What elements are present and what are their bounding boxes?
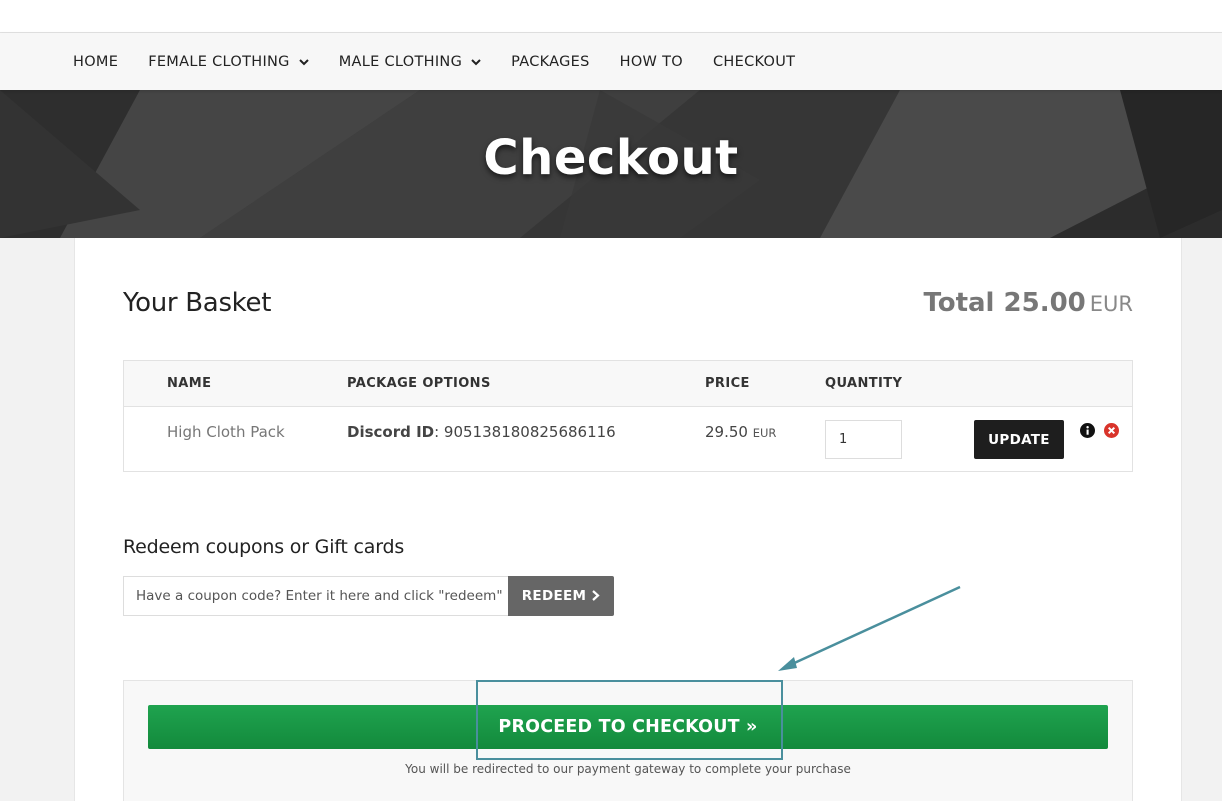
page-title: Checkout xyxy=(483,130,739,186)
nav-female-clothing[interactable]: FEMALE CLOTHING xyxy=(148,54,309,70)
redeem-label: REDEEM xyxy=(521,588,587,604)
hero-banner: Checkout xyxy=(0,90,1222,238)
remove-icon[interactable] xyxy=(1104,423,1119,438)
quantity-input[interactable] xyxy=(825,420,902,459)
item-name: High Cloth Pack xyxy=(167,423,285,441)
redeem-button[interactable]: REDEEM xyxy=(508,576,614,616)
redeem-title: Redeem coupons or Gift cards xyxy=(123,536,405,558)
chevron-down-icon xyxy=(298,58,309,65)
main-nav: HOME FEMALE CLOTHING MALE CLOTHING PACKA… xyxy=(0,33,1222,90)
nav-home[interactable]: HOME xyxy=(73,54,118,70)
coupon-input[interactable] xyxy=(123,576,508,616)
nav-male-clothing[interactable]: MALE CLOTHING xyxy=(339,54,481,70)
price-currency: EUR xyxy=(752,426,777,440)
nav-home-label: HOME xyxy=(73,53,119,70)
basket-panel: Your Basket Total 25.00 EUR NAME PACKAGE … xyxy=(74,238,1182,801)
redirect-note: You will be redirected to our payment ga… xyxy=(405,762,851,776)
chevron-right-icon xyxy=(592,590,600,601)
col-name: NAME xyxy=(167,376,212,391)
total-amount: Total 25.00 xyxy=(923,288,1086,318)
item-options: Discord ID: 905138180825686116 xyxy=(347,423,616,441)
nav-packages[interactable]: PACKAGES xyxy=(511,54,590,70)
table-header: NAME PACKAGE OPTIONS PRICE QUANTITY xyxy=(124,361,1132,407)
col-quantity: QUANTITY xyxy=(825,376,903,391)
checkout-box: PROCEED TO CHECKOUT » You will be redire… xyxy=(123,680,1133,801)
update-button[interactable]: UPDATE xyxy=(974,420,1064,459)
basket-total: Total 25.00 EUR xyxy=(923,288,1133,318)
basket-title: Your Basket xyxy=(123,288,272,318)
option-value: : 905138180825686116 xyxy=(434,423,616,441)
nav-male-clothing-label: MALE CLOTHING xyxy=(338,53,463,70)
proceed-to-checkout-button[interactable]: PROCEED TO CHECKOUT » xyxy=(148,705,1108,749)
chevron-down-icon xyxy=(471,58,481,65)
price-value: 29.50 xyxy=(705,423,748,441)
info-icon[interactable] xyxy=(1080,423,1095,438)
col-price: PRICE xyxy=(705,376,750,391)
nav-female-clothing-label: FEMALE CLOTHING xyxy=(148,53,290,70)
total-currency: EUR xyxy=(1089,292,1133,316)
item-price: 29.50 EUR xyxy=(705,423,776,441)
nav-packages-label: PACKAGES xyxy=(511,53,590,70)
nav-checkout-label: CHECKOUT xyxy=(712,53,796,70)
table-row: High Cloth Pack Discord ID: 905138180825… xyxy=(124,407,1132,471)
option-key: Discord ID xyxy=(347,423,435,441)
top-strip xyxy=(0,0,1222,33)
basket-table: NAME PACKAGE OPTIONS PRICE QUANTITY High… xyxy=(123,360,1133,472)
nav-how-to[interactable]: HOW TO xyxy=(620,54,683,70)
col-package-options: PACKAGE OPTIONS xyxy=(347,376,491,391)
nav-checkout[interactable]: CHECKOUT xyxy=(713,54,795,70)
nav-how-to-label: HOW TO xyxy=(619,53,683,70)
